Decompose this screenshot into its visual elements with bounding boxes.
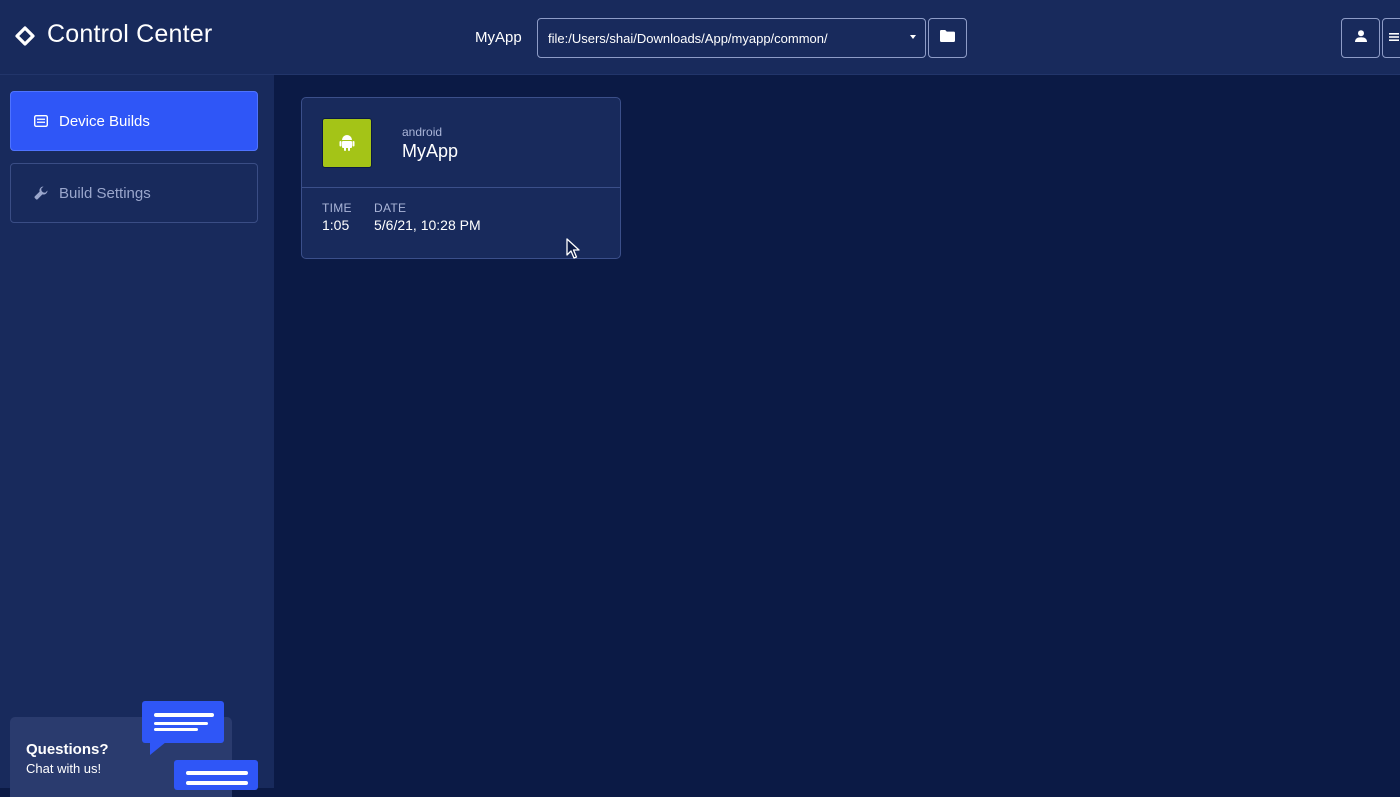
project-label: MyApp xyxy=(475,29,522,46)
wrench-icon xyxy=(33,185,49,201)
user-icon xyxy=(1354,29,1367,47)
mouse-pointer-icon xyxy=(566,238,580,259)
sidebar-item-device-builds[interactable]: Device Builds xyxy=(10,91,258,151)
browse-folder-button[interactable] xyxy=(928,18,967,58)
chat-subtitle: Chat with us! xyxy=(26,761,102,776)
menu-button[interactable] xyxy=(1382,18,1400,58)
sidebar: Device Builds Build Settings Questions? … xyxy=(0,75,274,797)
folder-icon xyxy=(940,29,955,47)
date-label: DATE xyxy=(374,201,407,215)
diamond-logo-icon[interactable] xyxy=(14,25,36,47)
account-button[interactable] xyxy=(1341,18,1380,58)
top-header: Control Center MyApp file:/Users/shai/Do… xyxy=(0,0,1400,75)
android-icon xyxy=(322,118,372,168)
list-icon xyxy=(33,113,49,129)
divider xyxy=(302,187,620,188)
chat-bubble-icon xyxy=(174,760,258,790)
app-title: Control Center xyxy=(47,20,213,48)
chat-bubble-icon xyxy=(142,701,224,755)
project-path-select[interactable]: file:/Users/shai/Downloads/App/myapp/com… xyxy=(537,18,926,58)
sidebar-item-label: Build Settings xyxy=(59,184,151,202)
date-value: 5/6/21, 10:28 PM xyxy=(374,217,481,233)
build-name: MyApp xyxy=(402,141,459,161)
sidebar-item-label: Device Builds xyxy=(59,112,150,130)
chevron-down-icon xyxy=(910,35,916,39)
chat-title: Questions? xyxy=(26,741,109,758)
time-label: TIME xyxy=(322,201,352,215)
time-value: 1:05 xyxy=(322,217,350,233)
sidebar-item-build-settings[interactable]: Build Settings xyxy=(10,163,258,223)
project-path-value: file:/Users/shai/Downloads/App/myapp/com… xyxy=(548,30,828,46)
build-card[interactable]: android MyApp TIME 1:05 DATE 5/6/21, 10:… xyxy=(301,97,621,259)
platform-label: android xyxy=(402,125,443,139)
menu-icon xyxy=(1389,29,1399,47)
